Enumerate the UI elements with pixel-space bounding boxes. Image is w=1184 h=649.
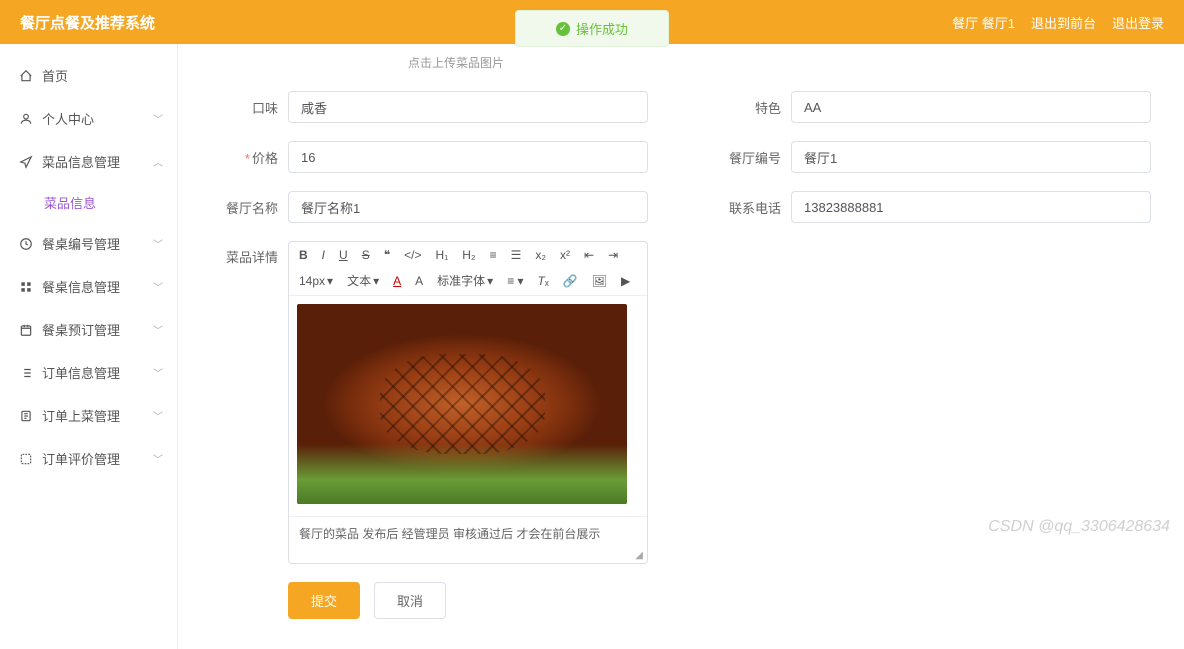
bold-icon[interactable]: B bbox=[299, 248, 308, 262]
watermark: CSDN @qq_3306428634 bbox=[988, 518, 1170, 536]
resize-handle-icon[interactable]: ◢ bbox=[289, 550, 647, 563]
header-actions: 餐厅 餐厅1 退出到前台 退出登录 bbox=[952, 13, 1164, 32]
h2-icon[interactable]: H₂ bbox=[462, 248, 475, 262]
price-input[interactable] bbox=[288, 141, 648, 173]
sidebar-item-label: 餐桌预订管理 bbox=[42, 320, 120, 339]
sidebar-item-home[interactable]: 首页 bbox=[0, 54, 177, 97]
unordered-list-icon[interactable]: ☰ bbox=[511, 248, 522, 262]
send-icon bbox=[18, 155, 34, 169]
cancel-button[interactable]: 取消 bbox=[374, 582, 446, 619]
rich-text-editor: B I U S ❝ </> H₁ H₂ ≡ ☰ x₂ x² ⇤ ⇥ 14px ▾… bbox=[288, 241, 648, 564]
chevron-down-icon: ﹀ bbox=[153, 408, 163, 423]
upload-hint[interactable]: 点击上传菜品图片 bbox=[408, 54, 1154, 71]
font-family-select[interactable]: 标准字体 ▾ bbox=[437, 272, 493, 289]
sidebar-item-label: 订单信息管理 bbox=[42, 363, 120, 382]
font-size-select[interactable]: 14px ▾ bbox=[299, 274, 333, 288]
bg-color-icon[interactable]: A bbox=[415, 274, 423, 288]
detail-label: 菜品详情 bbox=[208, 241, 278, 564]
italic-icon[interactable]: I bbox=[322, 248, 325, 262]
calendar-icon bbox=[18, 323, 34, 337]
price-label: *价格 bbox=[208, 148, 278, 167]
sidebar-item-label: 餐桌信息管理 bbox=[42, 277, 120, 296]
grid-icon bbox=[18, 280, 34, 294]
feature-input[interactable] bbox=[791, 91, 1151, 123]
phone-label: 联系电话 bbox=[711, 198, 781, 217]
indent-icon[interactable]: ⇤ bbox=[584, 248, 594, 262]
restaurant-id-label: 餐厅编号 bbox=[711, 148, 781, 167]
alert-text: 操作成功 bbox=[576, 19, 628, 38]
underline-icon[interactable]: U bbox=[339, 248, 348, 262]
align-icon[interactable]: ≡ ▾ bbox=[507, 274, 523, 288]
chevron-down-icon: ﹀ bbox=[153, 236, 163, 251]
sidebar-item-label: 个人中心 bbox=[42, 109, 94, 128]
editor-footer-text[interactable]: 餐厅的菜品 发布后 经管理员 审核通过后 才会在前台展示 bbox=[289, 516, 647, 550]
sidebar-item-table-reserve[interactable]: 餐桌预订管理 ﹀ bbox=[0, 308, 177, 351]
submit-button[interactable]: 提交 bbox=[288, 582, 360, 619]
user-icon bbox=[18, 112, 34, 126]
sidebar-item-label: 订单上菜管理 bbox=[42, 406, 120, 425]
restaurant-name-label: 餐厅名称 bbox=[208, 198, 278, 217]
sidebar-item-label: 菜品信息管理 bbox=[42, 152, 120, 171]
chevron-down-icon: ﹀ bbox=[153, 322, 163, 337]
text-color-icon[interactable]: A bbox=[393, 274, 401, 288]
chevron-down-icon: ﹀ bbox=[153, 279, 163, 294]
chevron-down-icon: ﹀ bbox=[153, 111, 163, 126]
video-icon[interactable]: ▶ bbox=[621, 274, 630, 288]
sidebar-item-order-review[interactable]: 订单评价管理 ﹀ bbox=[0, 437, 177, 480]
chevron-up-icon: ︿ bbox=[153, 154, 163, 169]
clock-icon bbox=[18, 237, 34, 251]
sidebar-item-order-info[interactable]: 订单信息管理 ﹀ bbox=[0, 351, 177, 394]
superscript-icon[interactable]: x² bbox=[560, 248, 570, 262]
text-type-select[interactable]: 文本 ▾ bbox=[347, 272, 379, 289]
sidebar-subitem-dish-info[interactable]: 菜品信息 bbox=[0, 183, 177, 222]
restaurant-name-input[interactable] bbox=[288, 191, 648, 223]
exit-to-front-link[interactable]: 退出到前台 bbox=[1031, 13, 1096, 32]
sidebar: 首页 个人中心 ﹀ 菜品信息管理 ︿ 菜品信息 餐桌编号管理 ﹀ 餐桌信息管理 … bbox=[0, 44, 178, 649]
chevron-down-icon: ﹀ bbox=[153, 451, 163, 466]
link-icon[interactable]: 🔗 bbox=[563, 274, 578, 288]
sidebar-item-dish-mgmt[interactable]: 菜品信息管理 ︿ bbox=[0, 140, 177, 183]
sidebar-item-label: 餐桌编号管理 bbox=[42, 234, 120, 253]
editor-toolbar: B I U S ❝ </> H₁ H₂ ≡ ☰ x₂ x² ⇤ ⇥ 14px ▾… bbox=[289, 242, 647, 296]
main-content: 点击上传菜品图片 口味 特色 *价格 餐厅编号 餐厅名称 bbox=[178, 44, 1184, 649]
sidebar-item-order-serve[interactable]: 订单上菜管理 ﹀ bbox=[0, 394, 177, 437]
ordered-list-icon[interactable]: ≡ bbox=[490, 248, 497, 262]
sidebar-item-table-info[interactable]: 餐桌信息管理 ﹀ bbox=[0, 265, 177, 308]
outdent-icon[interactable]: ⇥ bbox=[608, 248, 618, 262]
check-icon: ✓ bbox=[556, 22, 570, 36]
editor-content[interactable] bbox=[289, 296, 647, 516]
list-icon bbox=[18, 366, 34, 380]
restaurant-id-input[interactable] bbox=[791, 141, 1151, 173]
taste-input[interactable] bbox=[288, 91, 648, 123]
sidebar-item-personal[interactable]: 个人中心 ﹀ bbox=[0, 97, 177, 140]
strike-icon[interactable]: S bbox=[362, 248, 370, 262]
subscript-icon[interactable]: x₂ bbox=[535, 248, 546, 262]
chevron-down-icon: ﹀ bbox=[153, 365, 163, 380]
review-icon bbox=[18, 452, 34, 466]
phone-input[interactable] bbox=[791, 191, 1151, 223]
success-alert: ✓ 操作成功 bbox=[515, 10, 669, 47]
sidebar-item-table-num[interactable]: 餐桌编号管理 ﹀ bbox=[0, 222, 177, 265]
clear-format-icon[interactable]: Tₓ bbox=[538, 274, 549, 288]
image-icon[interactable]: 🖼 bbox=[592, 274, 607, 288]
user-label[interactable]: 餐厅 餐厅1 bbox=[952, 13, 1015, 32]
dish-icon bbox=[18, 409, 34, 423]
quote-icon[interactable]: ❝ bbox=[384, 248, 390, 262]
logout-link[interactable]: 退出登录 bbox=[1112, 13, 1164, 32]
code-icon[interactable]: </> bbox=[404, 248, 421, 262]
feature-label: 特色 bbox=[711, 98, 781, 117]
h1-icon[interactable]: H₁ bbox=[436, 248, 449, 262]
sidebar-item-label: 首页 bbox=[42, 66, 68, 85]
taste-label: 口味 bbox=[208, 98, 278, 117]
sidebar-item-label: 订单评价管理 bbox=[42, 449, 120, 468]
app-title: 餐厅点餐及推荐系统 bbox=[20, 12, 155, 33]
dish-image bbox=[297, 304, 627, 504]
home-icon bbox=[18, 69, 34, 83]
